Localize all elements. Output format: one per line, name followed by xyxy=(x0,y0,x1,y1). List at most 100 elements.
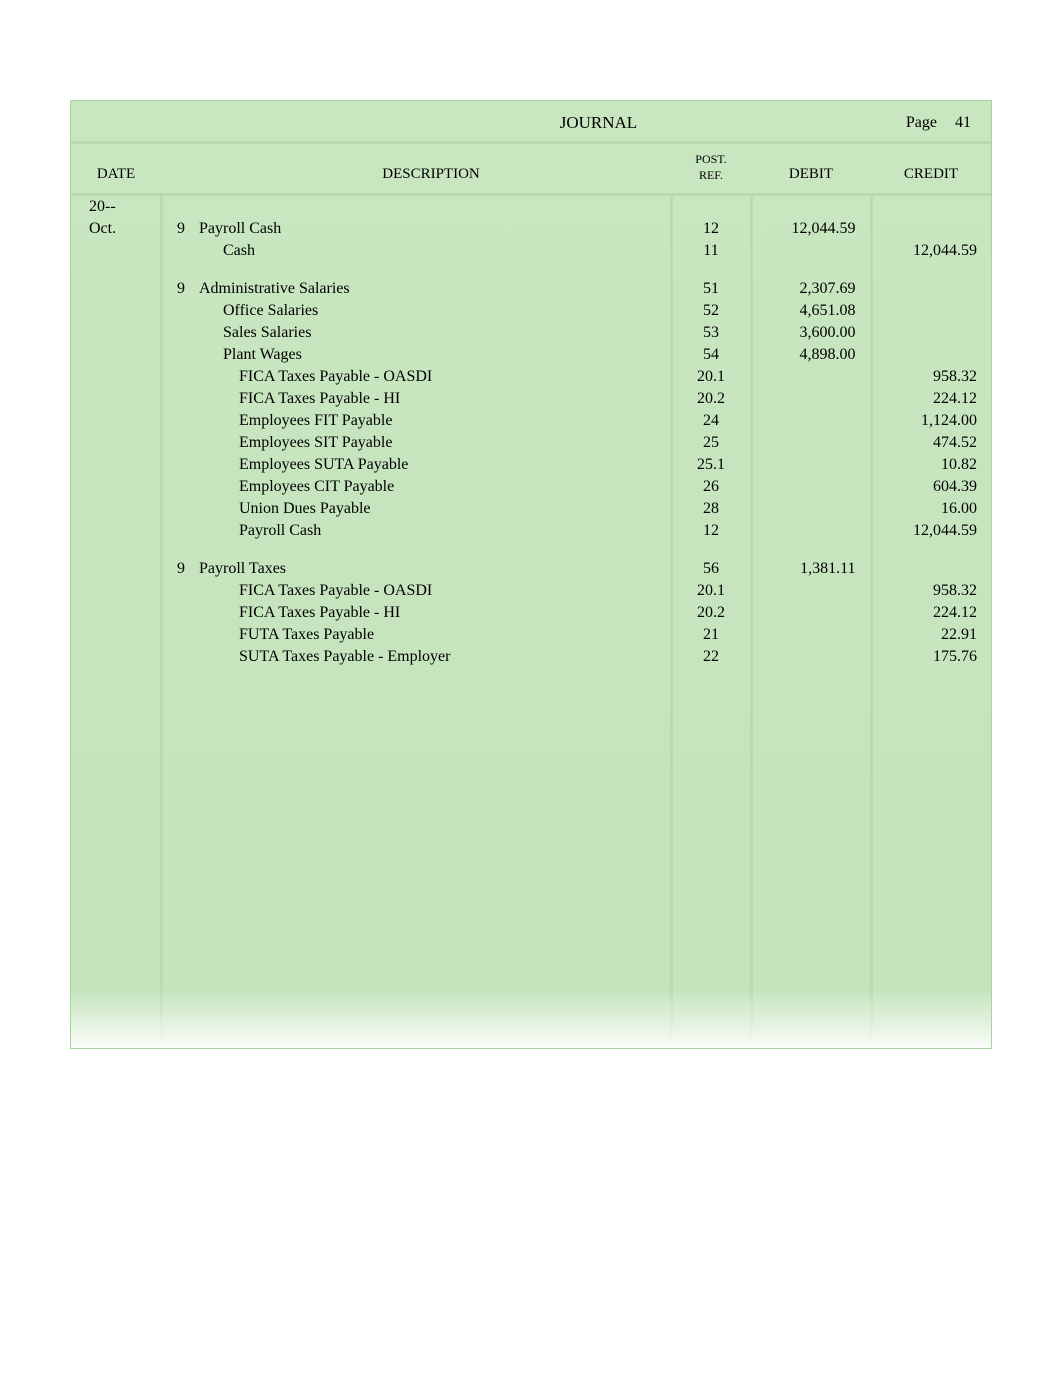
credit-cell: 16.00 xyxy=(871,498,991,520)
debit-cell xyxy=(751,602,871,624)
date-cell xyxy=(71,520,161,542)
date-cell xyxy=(71,366,161,388)
year-cell: 20-- xyxy=(71,195,161,219)
debit-cell xyxy=(751,432,871,454)
date-cell xyxy=(71,410,161,432)
table-row: Office Salaries524,651.08 xyxy=(71,300,991,322)
description-cell: Office Salaries xyxy=(191,300,671,322)
debit-cell: 2,307.69 xyxy=(751,278,871,300)
day-cell xyxy=(161,388,191,410)
description-cell: FICA Taxes Payable - OASDI xyxy=(191,366,671,388)
postref-cell: 21 xyxy=(671,624,751,646)
table-row xyxy=(71,262,991,278)
postref-cell: 56 xyxy=(671,558,751,580)
table-row: 9Administrative Salaries512,307.69 xyxy=(71,278,991,300)
day-cell: 9 xyxy=(161,278,191,300)
debit-cell: 4,898.00 xyxy=(751,344,871,366)
debit-cell: 12,044.59 xyxy=(751,218,871,240)
debit-cell xyxy=(751,388,871,410)
description-cell: Plant Wages xyxy=(191,344,671,366)
col-header-date: DATE xyxy=(71,144,161,195)
description-cell: FICA Taxes Payable - HI xyxy=(191,388,671,410)
table-row xyxy=(71,542,991,558)
description-cell: FUTA Taxes Payable xyxy=(191,624,671,646)
description-cell: Payroll Taxes xyxy=(191,558,671,580)
credit-cell: 958.32 xyxy=(871,366,991,388)
debit-cell xyxy=(751,520,871,542)
date-cell xyxy=(71,278,161,300)
postref-cell: 26 xyxy=(671,476,751,498)
postref-cell: 25.1 xyxy=(671,454,751,476)
journal-body: 20-- Oct.9Payroll Cash1212,044.59Cash111… xyxy=(71,195,991,1049)
column-header-row: DATE DESCRIPTION POST. REF. DEBIT CREDIT xyxy=(71,144,991,195)
day-cell xyxy=(161,580,191,602)
table-row: FUTA Taxes Payable21 22.91 xyxy=(71,624,991,646)
date-cell xyxy=(71,602,161,624)
credit-cell: 1,124.00 xyxy=(871,410,991,432)
description-cell: Employees FIT Payable xyxy=(191,410,671,432)
postref-cell: 20.1 xyxy=(671,580,751,602)
credit-cell: 474.52 xyxy=(871,432,991,454)
col-header-description: DESCRIPTION xyxy=(191,144,671,195)
postref-line1: POST. xyxy=(695,152,726,166)
debit-cell xyxy=(751,366,871,388)
day-cell xyxy=(161,520,191,542)
debit-cell xyxy=(751,476,871,498)
day-cell: 9 xyxy=(161,218,191,240)
journal-header: JOURNAL Page 41 xyxy=(71,101,991,144)
day-cell xyxy=(161,344,191,366)
postref-cell: 25 xyxy=(671,432,751,454)
credit-cell xyxy=(871,300,991,322)
date-cell xyxy=(71,344,161,366)
debit-cell xyxy=(751,410,871,432)
credit-cell: 175.76 xyxy=(871,646,991,668)
credit-cell: 12,044.59 xyxy=(871,240,991,262)
postref-cell: 11 xyxy=(671,240,751,262)
date-cell xyxy=(71,476,161,498)
table-row: Sales Salaries533,600.00 xyxy=(71,322,991,344)
debit-cell xyxy=(751,454,871,476)
postref-cell: 53 xyxy=(671,322,751,344)
postref-line2: REF. xyxy=(699,168,723,182)
credit-cell: 22.91 xyxy=(871,624,991,646)
table-row: FICA Taxes Payable - HI20.2 224.12 xyxy=(71,602,991,624)
day-cell xyxy=(161,624,191,646)
table-row: Employees SIT Payable25474.52 xyxy=(71,432,991,454)
postref-cell: 54 xyxy=(671,344,751,366)
col-header-debit: DEBIT xyxy=(751,144,871,195)
table-row: SUTA Taxes Payable - Employer22175.76 xyxy=(71,646,991,668)
description-cell: SUTA Taxes Payable - Employer xyxy=(191,646,671,668)
description-cell: FICA Taxes Payable - OASDI xyxy=(191,580,671,602)
filler-row xyxy=(71,668,991,1048)
day-cell xyxy=(161,646,191,668)
table-row: Employees FIT Payable24 1,124.00 xyxy=(71,410,991,432)
debit-cell xyxy=(751,580,871,602)
page-label: Page xyxy=(906,114,937,132)
journal-title: JOURNAL xyxy=(91,113,906,133)
day-cell xyxy=(161,432,191,454)
postref-cell: 24 xyxy=(671,410,751,432)
date-cell xyxy=(71,388,161,410)
date-cell xyxy=(71,624,161,646)
credit-cell xyxy=(871,558,991,580)
postref-cell: 12 xyxy=(671,218,751,240)
description-cell: FICA Taxes Payable - HI xyxy=(191,602,671,624)
description-cell: Payroll Cash xyxy=(191,218,671,240)
table-row: 9Payroll Taxes561,381.11 xyxy=(71,558,991,580)
credit-cell: 12,044.59 xyxy=(871,520,991,542)
postref-cell: 51 xyxy=(671,278,751,300)
day-cell: 9 xyxy=(161,558,191,580)
date-year-row: 20-- xyxy=(71,195,991,219)
debit-cell: 4,651.08 xyxy=(751,300,871,322)
postref-cell: 52 xyxy=(671,300,751,322)
description-cell: Sales Salaries xyxy=(191,322,671,344)
postref-cell: 20.2 xyxy=(671,602,751,624)
date-cell xyxy=(71,646,161,668)
table-row: Cash1112,044.59 xyxy=(71,240,991,262)
debit-cell: 1,381.11 xyxy=(751,558,871,580)
day-cell xyxy=(161,498,191,520)
date-cell xyxy=(71,300,161,322)
table-row: Union Dues Payable2816.00 xyxy=(71,498,991,520)
table-row: Employees CIT Payable26604.39 xyxy=(71,476,991,498)
credit-cell: 224.12 xyxy=(871,602,991,624)
